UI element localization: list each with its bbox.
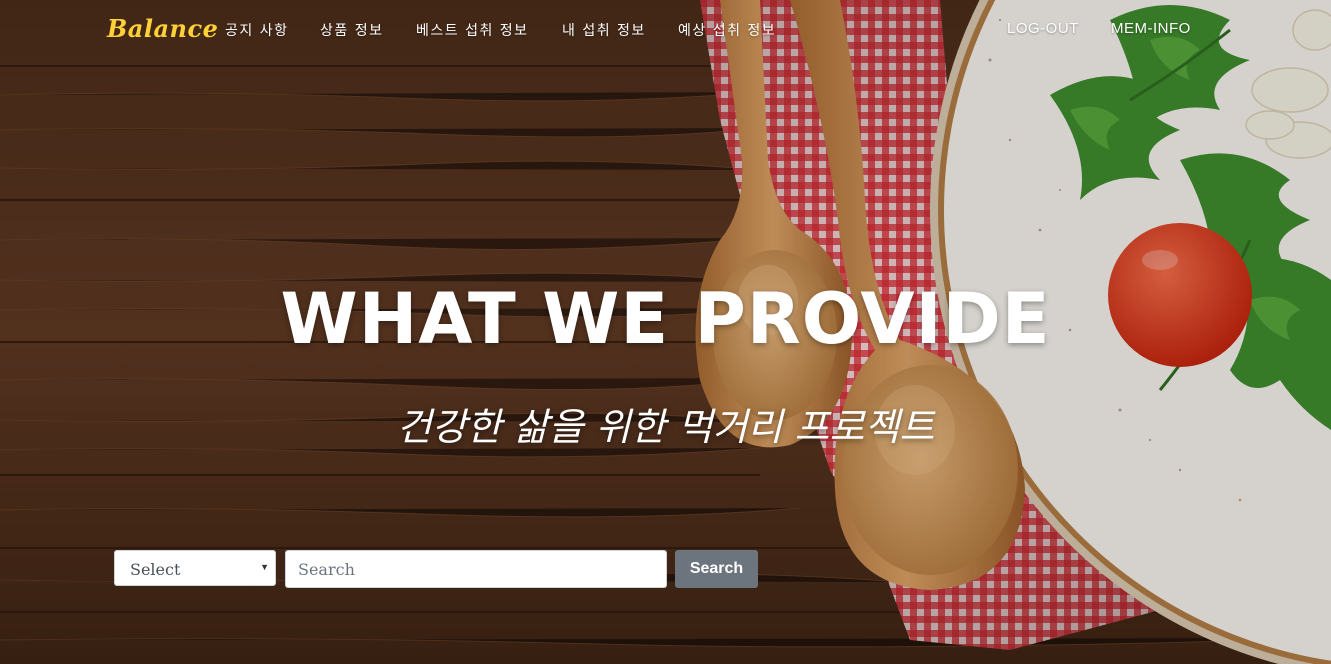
search-input[interactable]	[285, 550, 667, 588]
nav-item-best-intake[interactable]: 베스트 섭취 정보	[416, 20, 529, 40]
chevron-down-icon: ▼	[260, 562, 269, 572]
nav-item-my-intake[interactable]: 내 섭취 정보	[562, 20, 646, 40]
hero-subtitle: 건강한 삶을 위한 먹거리 프로젝트	[396, 405, 935, 449]
nav-item-expected-intake[interactable]: 예상 섭취 정보	[678, 20, 776, 40]
search-button[interactable]: Search	[675, 550, 758, 588]
nav-item-notice[interactable]: 공지 사항	[225, 20, 288, 40]
member-info-link[interactable]: MEM-INFO	[1111, 20, 1191, 37]
category-select[interactable]: Select ▼	[114, 550, 276, 586]
category-select-value: Select	[130, 560, 181, 579]
logout-link[interactable]: LOG-OUT	[1007, 20, 1079, 37]
hero-title: WHAT WE PROVIDE	[280, 278, 1051, 360]
brand-logo[interactable]: Balance	[107, 14, 218, 43]
nav-item-product-info[interactable]: 상품 정보	[320, 20, 383, 40]
top-navbar: Balance 공지 사항 상품 정보 베스트 섭취 정보 내 섭취 정보 예상…	[0, 0, 1331, 62]
